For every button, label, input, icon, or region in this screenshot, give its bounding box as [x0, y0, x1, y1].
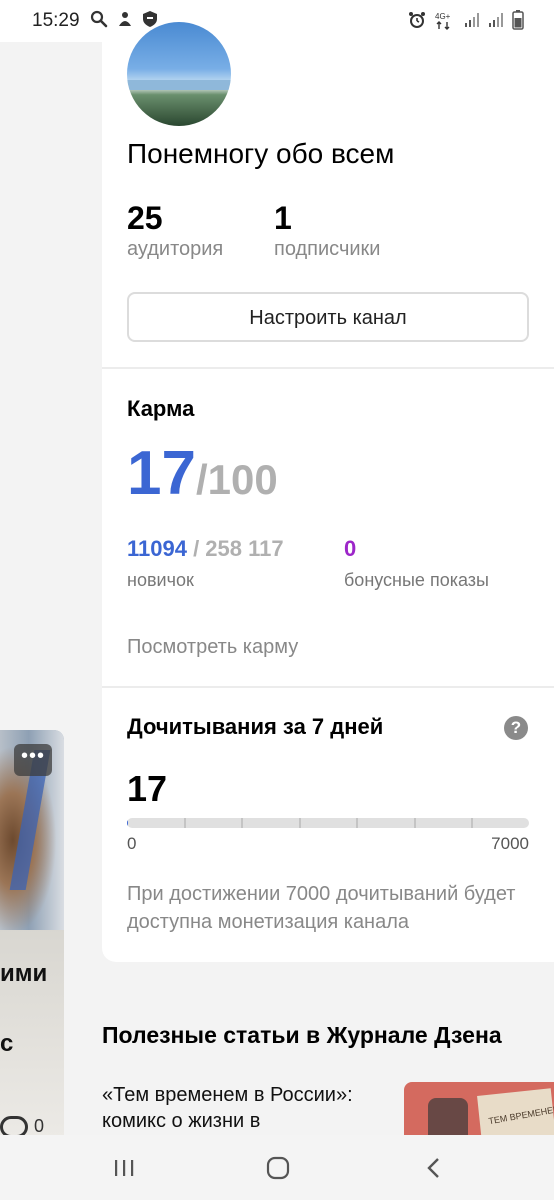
channel-avatar[interactable]	[127, 22, 231, 126]
channel-card: Понемногу обо всем 25 аудитория 1 подпис…	[102, 22, 554, 962]
navigation-bar	[0, 1135, 554, 1200]
divider	[102, 686, 554, 688]
karma-title: Карма	[127, 396, 195, 421]
avatar-image-detail	[127, 80, 231, 90]
reads-progress-bar	[127, 818, 529, 828]
network-label: 4G+	[435, 12, 451, 21]
progress-tick	[414, 818, 416, 828]
more-button[interactable]: •••	[14, 744, 52, 776]
subscribers-value: 1	[274, 200, 292, 236]
help-icon[interactable]: ?	[504, 716, 528, 740]
karma-score: 17/100	[127, 438, 278, 509]
bonus-impressions: 0 бонусные показы	[344, 536, 489, 591]
scale-max: 7000	[491, 834, 529, 853]
home-icon[interactable]	[258, 1153, 298, 1183]
search-icon	[90, 10, 108, 33]
progress-tick	[471, 818, 473, 828]
reads-value: 17	[127, 768, 168, 809]
status-icons-left	[90, 10, 158, 33]
status-icons-right: 4G+	[408, 10, 524, 35]
progress-tick	[184, 818, 186, 828]
progress-tick	[241, 818, 243, 828]
article-thumbnail[interactable]: ТЕМ ВРЕМЕНЕМ	[404, 1082, 554, 1142]
view-karma-link[interactable]: Посмотреть карму	[127, 636, 298, 659]
thumbnail-figure	[428, 1098, 468, 1138]
monetization-note: При достижении 7000 дочитываний будет до…	[127, 883, 516, 933]
articles-section-title: Полезные статьи в Журнале Дзена	[102, 1022, 502, 1048]
channel-name: Понемногу обо всем	[127, 138, 395, 169]
karma-value: 17	[127, 439, 196, 508]
audience-label: аудитория	[127, 238, 224, 260]
notification-icon	[116, 10, 134, 33]
back-icon[interactable]	[414, 1153, 454, 1183]
network-icon: 4G+	[434, 10, 456, 35]
recents-icon[interactable]	[104, 1153, 144, 1183]
battery-icon	[512, 10, 524, 35]
status-time: 15:29	[32, 10, 80, 31]
alarm-icon	[408, 11, 426, 34]
subscribers-stat: 1 подписчики	[274, 200, 380, 261]
audience-stat: 25 аудитория	[127, 200, 223, 261]
rank-total: / 258 117	[186, 536, 284, 561]
rank-value: 11094	[127, 536, 187, 561]
divider	[102, 367, 554, 369]
reads-progress-fill	[127, 818, 128, 828]
scale-min: 0	[127, 834, 137, 853]
bonus-value: 0	[344, 536, 357, 561]
article-title[interactable]: «Тем временем в России»: комикс о жизни …	[102, 1082, 392, 1134]
setup-channel-button[interactable]: Настроить канал	[127, 292, 529, 342]
bonus-label: бонусные показы	[344, 570, 489, 590]
comment-count: 0	[34, 1116, 45, 1136]
karma-rank: 11094 / 258 117 новичок	[127, 536, 284, 591]
reads-title: Дочитывания за 7 дней	[127, 714, 384, 739]
feed-card-title-line: ими	[0, 960, 48, 987]
status-bar: 15:29 4G+	[0, 0, 554, 42]
signal-icon	[464, 12, 480, 33]
rank-label: новичок	[127, 570, 194, 590]
audience-value: 25	[127, 200, 163, 236]
signal-icon	[488, 12, 504, 33]
subscribers-label: подписчики	[274, 238, 381, 260]
progress-tick	[356, 818, 358, 828]
progress-tick	[299, 818, 301, 828]
feed-card-peek[interactable]: ••• ими с 0	[0, 730, 64, 1140]
feed-card-title-line: с	[0, 1030, 14, 1057]
karma-max: /100	[195, 456, 278, 503]
